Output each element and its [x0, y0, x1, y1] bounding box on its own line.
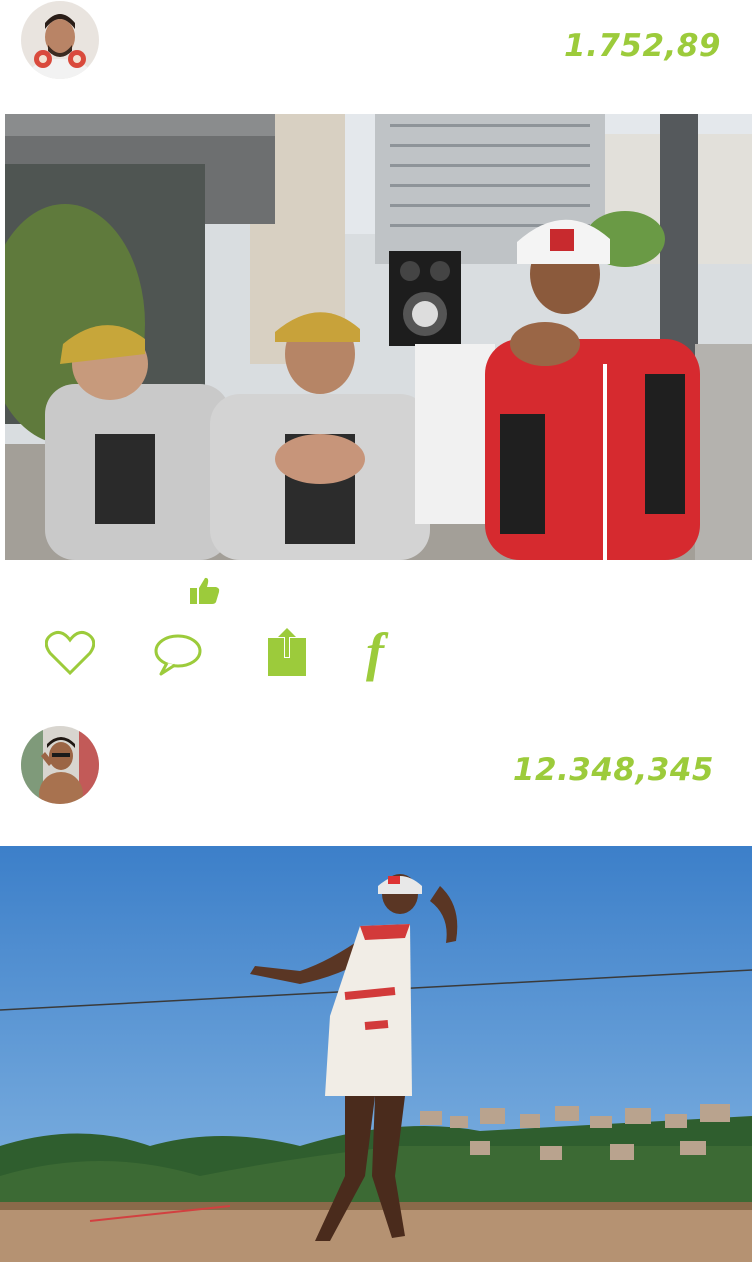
comment-bubble-icon — [154, 634, 202, 676]
share-button[interactable] — [267, 624, 307, 683]
user-avatar[interactable] — [21, 1, 99, 79]
thumbs-up-icon — [189, 576, 221, 611]
facebook-share-button[interactable]: f — [366, 624, 396, 680]
score-value: 1.752,89 — [564, 28, 721, 64]
post-photo[interactable] — [0, 846, 752, 1262]
facebook-f-icon: f — [366, 622, 384, 682]
share-upload-icon — [268, 626, 306, 676]
post-photo[interactable] — [5, 114, 752, 560]
like-button[interactable] — [44, 630, 96, 681]
comment-button[interactable] — [153, 632, 203, 681]
score-value: 12.348,345 — [512, 752, 714, 788]
heart-icon — [44, 630, 96, 676]
user-avatar[interactable] — [21, 726, 99, 804]
